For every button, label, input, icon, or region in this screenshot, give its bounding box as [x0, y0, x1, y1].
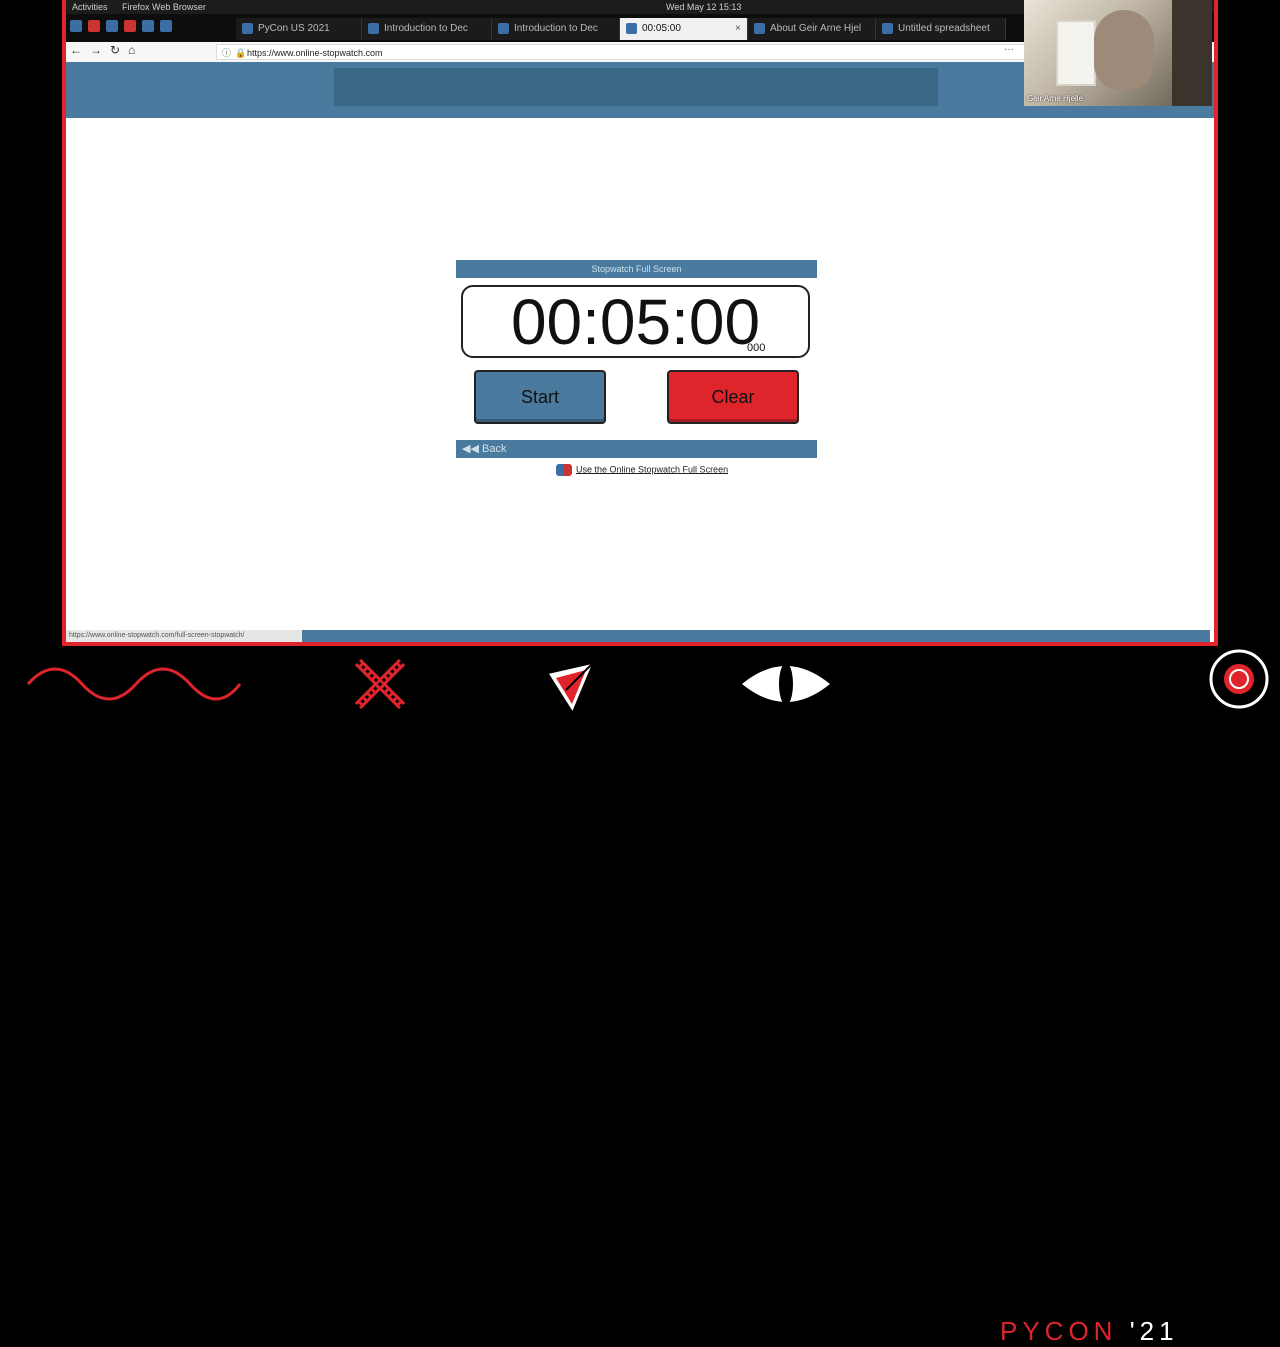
pycon-branding: PYCON '21 — [0, 648, 1280, 1346]
lock-icon: 🔒 — [235, 48, 247, 58]
tab-label: Introduction to Dec — [384, 23, 468, 34]
system-clock[interactable]: Wed May 12 15:13 — [666, 0, 741, 14]
reload-icon[interactable]: ↻ — [110, 43, 120, 57]
status-url: https://www.online-stopwatch.com/full-sc… — [66, 630, 302, 642]
tab-label: Introduction to Dec — [514, 23, 598, 34]
browser-tab[interactable]: Untitled spreadsheet — [876, 18, 1006, 40]
ad-placeholder[interactable] — [334, 68, 938, 106]
cross-icon — [354, 658, 406, 710]
address-url: https://www.online-stopwatch.com — [247, 48, 383, 58]
back-arrow-icon: ◀◀ — [462, 443, 482, 455]
tab-close-icon[interactable]: × — [735, 18, 741, 40]
pycon-year: '21 — [1129, 1316, 1179, 1346]
pinned-tab-icon[interactable] — [70, 20, 82, 32]
start-button[interactable]: Start — [474, 370, 606, 424]
pycon-name: PYCON — [1000, 1316, 1118, 1346]
pycon-logo-text: PYCON '21 — [1000, 1316, 1179, 1347]
tab-label: About Geir Arne Hjel — [770, 23, 862, 34]
eye-icon — [742, 663, 830, 705]
pinned-tab-icon[interactable] — [88, 20, 100, 32]
speaker-name: Geir Arne Hjelle — [1027, 94, 1084, 103]
forward-arrow-icon[interactable]: → — [90, 43, 102, 57]
fullscreen-icon — [556, 464, 572, 476]
webcam-window-background — [1056, 20, 1096, 86]
stopwatch-milliseconds: 000 — [747, 342, 766, 354]
home-icon[interactable]: ⌂ — [128, 43, 135, 57]
clear-button[interactable]: Clear — [667, 370, 799, 424]
browser-tab[interactable]: PyCon US 2021 — [236, 18, 362, 40]
back-label: Back — [481, 443, 507, 455]
back-bar[interactable]: ◀◀ Back — [456, 440, 817, 458]
address-bar[interactable]: ⓘ 🔒 https://www.online-stopwatch.com — [216, 44, 1086, 60]
pinned-tab-icon[interactable] — [160, 20, 172, 32]
stopwatch-display: 00:05:00 000 — [461, 285, 810, 358]
tab-label: 00:05:00 — [642, 23, 681, 34]
pinned-tabs — [70, 20, 172, 32]
tab-label: Untitled spreadsheet — [898, 23, 990, 34]
pycon-circle-logo — [1209, 649, 1269, 709]
back-arrow-icon[interactable]: ← — [70, 43, 82, 57]
pinned-tab-icon[interactable] — [106, 20, 118, 32]
stopwatch-header[interactable]: Stopwatch Full Screen — [456, 260, 817, 278]
page-actions-icon[interactable]: ··· — [1004, 44, 1014, 55]
page-footer-bar: https://www.online-stopwatch.com/full-sc… — [66, 630, 1210, 642]
browser-tab[interactable]: Introduction to Dec — [492, 18, 620, 40]
browser-tab-active[interactable]: 00:05:00 × — [620, 18, 748, 40]
webcam-shadow — [1172, 0, 1212, 106]
pinned-tab-icon[interactable] — [142, 20, 154, 32]
page-content — [66, 118, 1210, 630]
triangle-icon — [547, 663, 593, 713]
activities-button[interactable]: Activities — [72, 0, 108, 14]
browser-tab[interactable]: About Geir Arne Hjel — [748, 18, 876, 40]
fullscreen-link-label: Use the Online Stopwatch Full Screen — [576, 464, 729, 475]
wave-icon — [26, 667, 242, 701]
speaker-webcam: Geir Arne Hjelle — [1024, 0, 1212, 106]
pinned-tab-icon[interactable] — [124, 20, 136, 32]
info-icon[interactable]: ⓘ — [222, 45, 231, 61]
speaker-avatar — [1094, 10, 1154, 90]
tab-label: PyCon US 2021 — [258, 23, 330, 34]
fullscreen-link[interactable]: Use the Online Stopwatch Full Screen — [556, 464, 728, 476]
browser-tab[interactable]: Introduction to Dec — [362, 18, 492, 40]
app-menu[interactable]: Firefox Web Browser — [122, 0, 206, 14]
